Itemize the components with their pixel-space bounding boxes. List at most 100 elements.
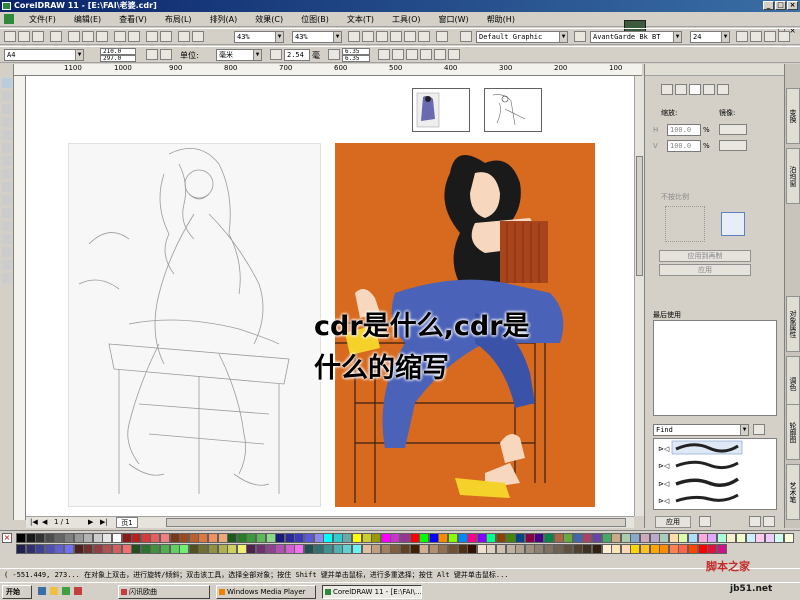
- corel-online-icon[interactable]: [192, 31, 204, 42]
- color-swatch[interactable]: [678, 544, 689, 554]
- color-swatch[interactable]: [707, 533, 718, 543]
- color-swatch[interactable]: [611, 533, 622, 543]
- color-swatch[interactable]: [256, 533, 266, 543]
- color-swatch[interactable]: [275, 544, 286, 554]
- last-page-icon[interactable]: ▶|: [100, 518, 108, 526]
- color-swatch[interactable]: [44, 544, 55, 554]
- minimize-button[interactable]: _: [763, 1, 774, 10]
- shape-tool-icon[interactable]: [2, 91, 12, 101]
- bold-icon[interactable]: [736, 31, 748, 42]
- interactive-fill-tool-icon[interactable]: [2, 273, 12, 283]
- cut-icon[interactable]: [68, 31, 80, 42]
- color-swatch[interactable]: [582, 533, 593, 543]
- color-swatch[interactable]: [246, 544, 257, 554]
- color-swatch[interactable]: [150, 533, 161, 543]
- color-swatch[interactable]: [592, 533, 602, 543]
- color-swatch[interactable]: [352, 533, 362, 543]
- color-swatch[interactable]: [409, 544, 420, 554]
- color-swatch[interactable]: [726, 533, 737, 543]
- basic-shapes-tool-icon[interactable]: [2, 195, 12, 205]
- scale-x-field[interactable]: 100.0: [667, 124, 701, 136]
- color-swatch[interactable]: [409, 533, 420, 543]
- copy-icon[interactable]: [82, 31, 94, 42]
- color-swatch[interactable]: [217, 533, 228, 543]
- color-swatch[interactable]: [601, 533, 612, 543]
- color-swatch[interactable]: [265, 544, 276, 554]
- color-swatch[interactable]: [361, 533, 372, 543]
- lock-icon[interactable]: [699, 516, 711, 527]
- color-swatch[interactable]: [198, 533, 209, 543]
- color-swatch[interactable]: [227, 533, 238, 543]
- color-swatch[interactable]: [304, 544, 314, 554]
- color-swatch[interactable]: [428, 544, 439, 554]
- size-transform-icon[interactable]: [703, 84, 715, 95]
- color-swatch[interactable]: [44, 533, 55, 543]
- color-swatch[interactable]: [505, 544, 516, 554]
- ellipse-tool-icon[interactable]: [2, 169, 12, 179]
- color-swatch[interactable]: [25, 544, 36, 554]
- color-swatch[interactable]: [313, 533, 324, 543]
- color-swatch[interactable]: [400, 544, 410, 554]
- snap-grid-icon[interactable]: [392, 49, 404, 60]
- menu-view[interactable]: 查看(V): [110, 14, 156, 25]
- first-page-icon[interactable]: |◀: [30, 518, 38, 526]
- delete-brush-icon[interactable]: [763, 516, 775, 527]
- crop-tool-icon[interactable]: [2, 104, 12, 114]
- menu-bitmaps[interactable]: 位图(B): [292, 14, 338, 25]
- sidetab-transform[interactable]: 变换: [786, 88, 800, 144]
- paste-icon[interactable]: [96, 31, 108, 42]
- color-swatch[interactable]: [208, 533, 218, 543]
- zoom-level-2[interactable]: 43% ▼: [292, 31, 342, 43]
- color-swatch[interactable]: [169, 533, 180, 543]
- app-launcher-icon[interactable]: [178, 31, 190, 42]
- color-swatch[interactable]: [496, 544, 506, 554]
- outline-tool-icon[interactable]: [2, 247, 12, 257]
- color-swatch[interactable]: [649, 544, 660, 554]
- apply-button[interactable]: 应用: [659, 264, 751, 276]
- color-swatch[interactable]: [160, 544, 170, 554]
- menu-arrange[interactable]: 排列(A): [201, 14, 247, 25]
- color-swatch[interactable]: [448, 544, 458, 554]
- next-page-icon[interactable]: ▶: [88, 518, 93, 526]
- color-swatch[interactable]: [188, 533, 199, 543]
- color-swatch[interactable]: [745, 533, 756, 543]
- hand-tool-icon[interactable]: [436, 31, 448, 42]
- color-swatch[interactable]: [668, 533, 679, 543]
- color-swatch[interactable]: [534, 533, 545, 543]
- menu-effects[interactable]: 效果(C): [246, 14, 292, 25]
- color-swatch[interactable]: [188, 544, 199, 554]
- mirror-h-button[interactable]: [719, 124, 747, 135]
- color-swatch[interactable]: [601, 544, 612, 554]
- color-swatch[interactable]: [380, 533, 391, 543]
- zoom-height-icon[interactable]: [418, 31, 430, 42]
- color-swatch[interactable]: [640, 544, 650, 554]
- color-swatch[interactable]: [16, 533, 26, 543]
- color-swatch[interactable]: [582, 544, 593, 554]
- color-swatch[interactable]: [284, 544, 295, 554]
- color-swatch[interactable]: [294, 544, 305, 554]
- color-swatch[interactable]: [83, 544, 94, 554]
- quicklaunch-app-icon[interactable]: [74, 587, 82, 595]
- polygon-tool-icon[interactable]: [2, 182, 12, 192]
- color-swatch[interactable]: [688, 544, 698, 554]
- style-dropdown[interactable]: Default Graphic ▼: [476, 31, 568, 43]
- no-color-swatch[interactable]: ×: [2, 533, 12, 543]
- start-button[interactable]: 开始: [2, 585, 32, 599]
- color-swatch[interactable]: [371, 533, 382, 543]
- color-swatch[interactable]: [553, 533, 564, 543]
- color-swatch[interactable]: [227, 544, 238, 554]
- color-swatch[interactable]: [716, 533, 727, 543]
- undo-icon[interactable]: [114, 31, 126, 42]
- color-swatch[interactable]: [563, 533, 574, 543]
- zoom-level-1[interactable]: 43% ▼: [234, 31, 284, 43]
- color-swatch[interactable]: [438, 544, 449, 554]
- menu-layout[interactable]: 布局(L): [156, 14, 201, 25]
- paper-size-dropdown[interactable]: A4 ▼: [4, 49, 84, 61]
- text-style-icon[interactable]: [460, 31, 472, 42]
- color-swatch[interactable]: [419, 544, 430, 554]
- color-swatch[interactable]: [553, 544, 564, 554]
- zoom-tool-icon[interactable]: [2, 117, 12, 127]
- sidetab-contour[interactable]: 轮廓图: [786, 404, 800, 460]
- recent-list[interactable]: [653, 320, 777, 416]
- color-swatch[interactable]: [774, 533, 785, 543]
